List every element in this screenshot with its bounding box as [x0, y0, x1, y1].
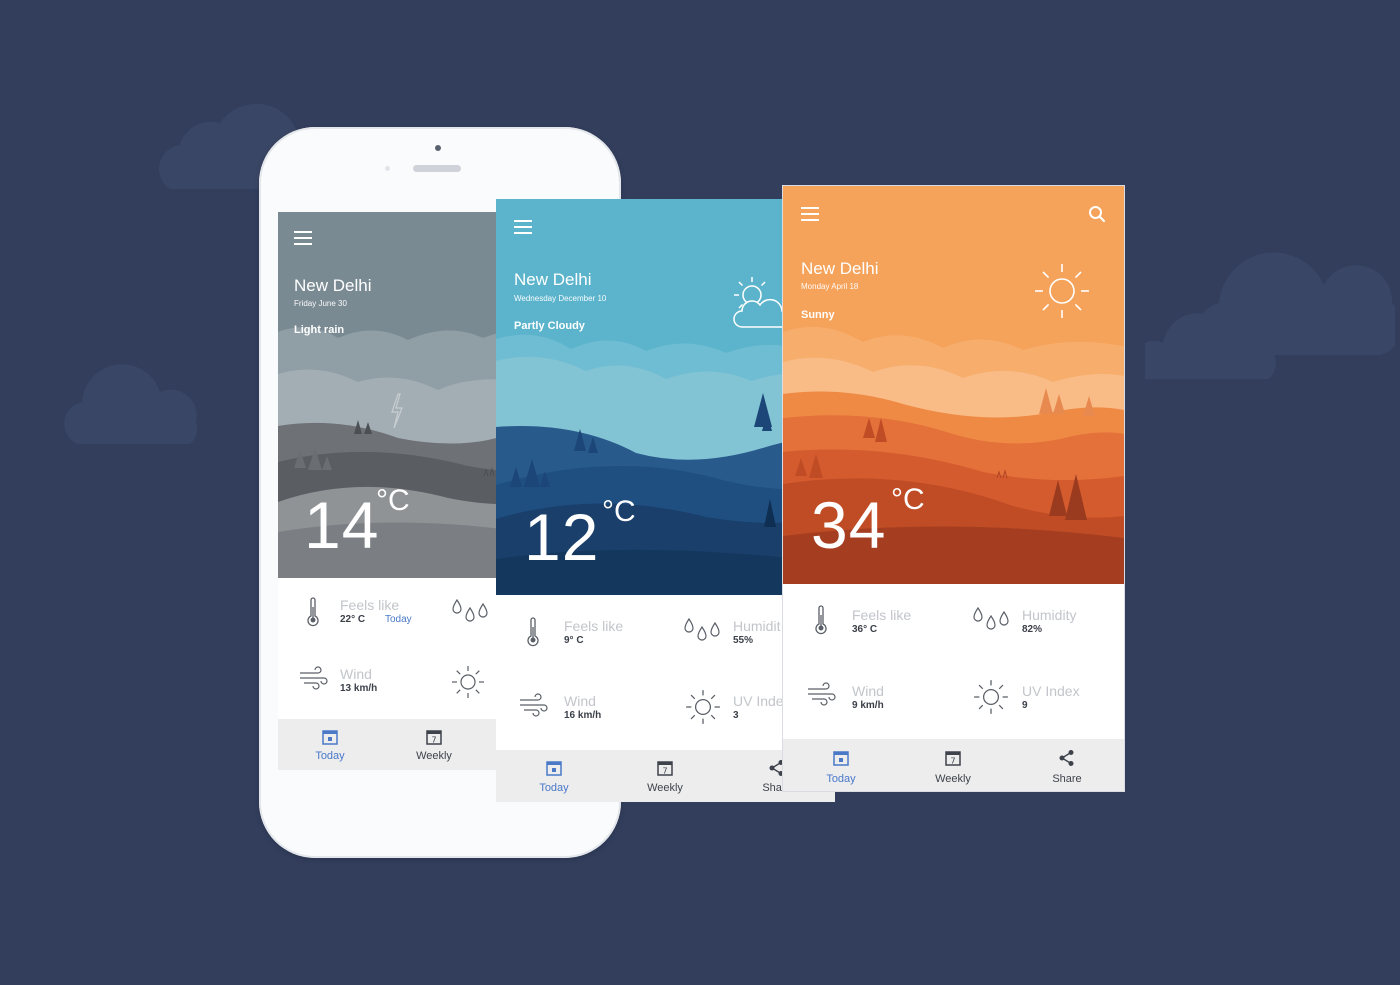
svg-text:7: 7 [950, 757, 955, 766]
svg-text:7: 7 [431, 736, 436, 745]
partly-cloudy-icon [733, 277, 790, 328]
hamburger-menu-icon[interactable] [514, 220, 532, 234]
city-name: New Delhi [294, 276, 372, 295]
city-name: New Delhi [801, 259, 879, 278]
proximity-sensor [385, 166, 390, 171]
calendar-week-icon: 7 [657, 761, 673, 776]
wind-label: Wind [564, 693, 596, 709]
feels-like-label: Feels like [564, 618, 624, 634]
temperature-unit: °C [602, 495, 636, 528]
feels-like-value: 36° C [852, 624, 878, 635]
temperature-unit: °C [376, 484, 410, 517]
svg-text:7: 7 [662, 767, 667, 776]
uv-index-value: 9 [1022, 700, 1028, 711]
earpiece-speaker [413, 165, 461, 172]
forecast-date: Friday June 30 [294, 299, 347, 308]
city-name: New Delhi [514, 270, 592, 289]
humidity-drops-icon [452, 598, 488, 622]
bottom-tab-bar: Today 7 Weekly Share [783, 739, 1124, 791]
tab-today-label: Today [315, 750, 345, 762]
uv-sun-icon [452, 666, 484, 698]
wind-label: Wind [340, 666, 372, 682]
uv-sun-icon [974, 680, 1008, 714]
feels-like-label: Feels like [340, 597, 400, 613]
tab-today[interactable]: Today [519, 750, 589, 802]
wind-icon [808, 682, 836, 706]
temperature-unit: °C [891, 483, 925, 516]
wind-value: 16 km/h [564, 710, 602, 721]
uv-index-label: UV Inde [733, 693, 784, 709]
temperature-value: 14 [304, 488, 380, 562]
front-camera [435, 145, 441, 151]
humidity-label: Humidit [733, 618, 781, 634]
forecast-date: Wednesday December 10 [514, 294, 607, 303]
weather-condition: Partly Cloudy [514, 320, 585, 332]
wind-value: 13 km/h [340, 683, 378, 694]
calendar-week-icon: 7 [945, 751, 961, 766]
feels-like-value: 9° C [564, 635, 584, 646]
tab-share-label: Share [1052, 773, 1082, 785]
wind-value: 9 km/h [852, 700, 884, 711]
tab-weekly-label: Weekly [647, 782, 683, 794]
tab-weekly-label: Weekly [935, 773, 971, 785]
thermometer-icon [815, 605, 827, 635]
humidity-label: Humidity [1022, 607, 1077, 623]
weather-condition: Sunny [801, 309, 835, 321]
weather-hero: New Delhi Monday April 18 Sunny 34 °C [783, 186, 1124, 584]
humidity-drops-icon [684, 617, 720, 641]
sun-icon [1035, 264, 1089, 318]
temperature-value: 34 [811, 488, 887, 562]
feels-like-label: Feels like [852, 607, 912, 623]
tab-today-label: Today [826, 773, 856, 785]
tab-today[interactable]: Today [295, 719, 365, 770]
wind-icon [520, 693, 548, 717]
share-icon [1059, 750, 1074, 766]
hamburger-menu-icon[interactable] [801, 207, 819, 221]
humidity-drops-icon [973, 606, 1009, 630]
calendar-today-icon [546, 761, 562, 776]
tab-weekly[interactable]: 7 Weekly [399, 719, 469, 770]
tab-share[interactable]: Share [1032, 739, 1102, 791]
background-cloud-icon [1145, 252, 1395, 379]
calendar-today-icon [833, 751, 849, 766]
tab-today-label: Today [539, 782, 569, 794]
humidity-value: 55% [733, 635, 754, 646]
calendar-week-icon: 7 [426, 730, 442, 745]
thermometer-icon [527, 617, 539, 647]
today-link[interactable]: Today [385, 614, 412, 625]
tab-weekly-label: Weekly [416, 750, 452, 762]
search-icon[interactable] [1088, 205, 1106, 223]
sunny-weather-screen: New Delhi Monday April 18 Sunny 34 °C Fe… [783, 186, 1124, 791]
wind-icon [300, 666, 328, 690]
tab-today[interactable]: Today [806, 739, 876, 791]
uv-index-label: UV Index [1022, 683, 1080, 699]
uv-sun-icon [686, 690, 720, 724]
temperature-value: 12 [524, 500, 600, 574]
weather-condition: Light rain [294, 324, 345, 336]
thermometer-icon [307, 597, 319, 627]
hamburger-menu-icon[interactable] [294, 231, 312, 245]
wind-label: Wind [852, 683, 884, 699]
background-cloud-icon [64, 364, 198, 444]
tab-weekly[interactable]: 7 Weekly [630, 750, 700, 802]
humidity-value: 82% [1022, 624, 1043, 635]
feels-like-value: 22° C [340, 614, 366, 625]
forecast-date: Monday April 18 [801, 282, 859, 291]
tab-weekly[interactable]: 7 Weekly [918, 739, 988, 791]
uv-index-value: 3 [733, 710, 739, 721]
calendar-today-icon [322, 730, 338, 745]
